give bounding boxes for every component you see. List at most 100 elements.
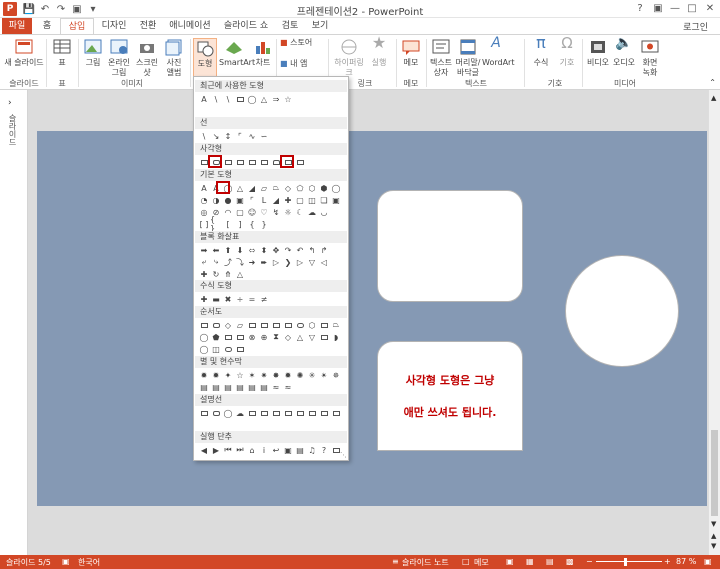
- flowchart-process-shape-icon[interactable]: [198, 319, 210, 331]
- flowchart-display-shape-icon[interactable]: [234, 343, 246, 355]
- line-callout-2-shape-icon[interactable]: [258, 407, 270, 419]
- vertical-scrollbar[interactable]: ▲ ▼ ▲ ▼: [708, 90, 720, 555]
- comment-button[interactable]: 메모: [400, 38, 422, 68]
- my-apps-button[interactable]: ■ 내 앱: [280, 59, 320, 69]
- circular-arrow-shape-icon[interactable]: ↻: [210, 268, 222, 280]
- half-frame-shape-icon[interactable]: ⌜: [246, 194, 258, 206]
- cloud-shape-icon[interactable]: ☁: [306, 206, 318, 218]
- action-sound-shape-icon[interactable]: ♫: [306, 444, 318, 456]
- star-8-point-shape-icon[interactable]: ✸: [270, 369, 282, 381]
- cloud-callout-shape-icon[interactable]: ☁: [234, 407, 246, 419]
- tab-transitions[interactable]: 전환: [134, 18, 162, 34]
- flowchart-alternate-process-shape-icon[interactable]: [210, 319, 222, 331]
- flowchart-terminator-shape-icon[interactable]: [294, 319, 306, 331]
- tab-review[interactable]: 검토: [276, 18, 304, 34]
- next-slide-icon[interactable]: ▼: [711, 542, 716, 550]
- octagon-shape-icon[interactable]: ⬢: [318, 182, 330, 194]
- photo-album-button[interactable]: 사진 앨범: [162, 38, 186, 78]
- curved-ribbon-up-shape-icon[interactable]: ▤: [222, 381, 234, 393]
- flowchart-or-shape-icon[interactable]: ⊕: [258, 331, 270, 343]
- triangle-shape-icon[interactable]: △: [258, 93, 270, 105]
- snip-round-rectangle-shape-icon[interactable]: [258, 156, 270, 168]
- comments-button[interactable]: 메모: [474, 557, 489, 568]
- line-callout-3-shape-icon[interactable]: [270, 407, 282, 419]
- zoom-out-icon[interactable]: −: [586, 557, 593, 566]
- explosion-2-shape-icon[interactable]: ✹: [210, 369, 222, 381]
- action-document-shape-icon[interactable]: ▤: [294, 444, 306, 456]
- heart-shape-icon[interactable]: ♡: [258, 206, 270, 218]
- left-brace-shape-icon[interactable]: {: [246, 218, 258, 230]
- tab-view[interactable]: 보기: [306, 18, 334, 34]
- flowchart-connector-shape-icon[interactable]: ◯: [198, 331, 210, 343]
- chord-shape-icon[interactable]: ◑: [210, 194, 222, 206]
- bent-up-arrow-shape-icon[interactable]: ↱: [318, 244, 330, 256]
- tab-slideshow[interactable]: 슬라이드 쇼: [220, 18, 272, 34]
- action-button[interactable]: ★ 실행: [368, 35, 390, 68]
- tab-file[interactable]: 파일: [2, 18, 32, 34]
- normal-view-icon[interactable]: ▣: [506, 557, 514, 566]
- bent-arrow-shape-icon[interactable]: ↷: [282, 244, 294, 256]
- pentagon-arrow-shape-icon[interactable]: ▷: [270, 256, 282, 268]
- action-return-shape-icon[interactable]: ↩: [270, 444, 282, 456]
- tab-insert[interactable]: 삽입: [60, 18, 94, 34]
- right-bracket-shape-icon[interactable]: ]: [234, 218, 246, 230]
- oval-shape-icon[interactable]: ◯: [246, 93, 258, 105]
- fit-slide-icon[interactable]: ▣: [704, 557, 712, 566]
- screen-recording-button[interactable]: 화면 녹화: [638, 38, 662, 78]
- multiply-shape-icon[interactable]: ✖: [222, 293, 234, 305]
- snip-rectangle-shape-icon[interactable]: [234, 156, 246, 168]
- line-callout-8-shape-icon[interactable]: [330, 407, 342, 419]
- flowchart-punched-tape-shape-icon[interactable]: [234, 331, 246, 343]
- rounded-rectangle-shape[interactable]: [377, 190, 523, 302]
- picture-button[interactable]: 그림: [82, 38, 104, 68]
- lightning-bolt-shape-icon[interactable]: ↯: [270, 206, 282, 218]
- oval-callout-shape-icon[interactable]: ◯: [222, 407, 234, 419]
- scroll-up-icon[interactable]: ▲: [711, 94, 716, 102]
- flowchart-sort-shape-icon[interactable]: ◇: [282, 331, 294, 343]
- right-brace-shape-icon[interactable]: }: [258, 218, 270, 230]
- frame-shape-icon[interactable]: ▣: [234, 194, 246, 206]
- shapes-button[interactable]: 도형: [193, 38, 217, 78]
- pie-shape-icon[interactable]: ◔: [198, 194, 210, 206]
- cross-shape-icon[interactable]: ✚: [282, 194, 294, 206]
- left-right-up-arrow-shape-icon[interactable]: ⤊: [222, 268, 234, 280]
- line-shape-icon[interactable]: \: [222, 93, 234, 105]
- flowchart-magnetic-disk-shape-icon[interactable]: ◫: [210, 343, 222, 355]
- textbox-button[interactable]: 텍스트 상자: [428, 38, 454, 78]
- right-arrow-callout-shape-icon[interactable]: ▷: [294, 256, 306, 268]
- explosion-shape-icon[interactable]: ✹: [198, 369, 210, 381]
- star-7-point-shape-icon[interactable]: ✷: [258, 369, 270, 381]
- header-footer-button[interactable]: 머리말/바닥글: [455, 38, 481, 78]
- block-arc-shape-icon[interactable]: ◠: [222, 206, 234, 218]
- line-callout-5-shape-icon[interactable]: [294, 407, 306, 419]
- star-4-point-shape-icon[interactable]: ✦: [222, 369, 234, 381]
- flowchart-stored-data-shape-icon[interactable]: [318, 331, 330, 343]
- notched-right-arrow-shape-icon[interactable]: ➨: [258, 256, 270, 268]
- collapse-ribbon-icon[interactable]: ⌃: [709, 78, 716, 87]
- zoom-level[interactable]: 87 %: [676, 557, 696, 566]
- arrow-shape-icon[interactable]: ⇒: [270, 93, 282, 105]
- flowchart-collate-shape-icon[interactable]: ⧗: [270, 331, 282, 343]
- wave-shape-icon[interactable]: ≈: [270, 381, 282, 393]
- chevron-right-icon[interactable]: ›: [8, 98, 12, 108]
- curved-up-arrow-shape-icon[interactable]: ⤴: [222, 256, 234, 268]
- curved-right-arrow-shape-icon[interactable]: ⤶: [198, 256, 210, 268]
- zoom-slider-thumb[interactable]: [624, 558, 627, 566]
- arrow-line-shape-icon[interactable]: ↘: [210, 130, 222, 142]
- new-slide-button[interactable]: 새 슬라이드: [4, 38, 44, 68]
- decagon-shape-icon[interactable]: ◯: [330, 182, 342, 194]
- action-back-shape-icon[interactable]: ◀: [198, 444, 210, 456]
- online-picture-button[interactable]: 온라인 그림: [105, 38, 133, 78]
- flowchart-multidocument-shape-icon[interactable]: [282, 319, 294, 331]
- minimize-icon[interactable]: —: [667, 1, 683, 16]
- left-bracket-shape-icon[interactable]: [: [222, 218, 234, 230]
- flowchart-manual-input-shape-icon[interactable]: [318, 319, 330, 331]
- triangle-shape-icon[interactable]: △: [234, 182, 246, 194]
- double-brace-shape-icon[interactable]: { }: [210, 215, 222, 233]
- right-triangle-shape-icon[interactable]: ◢: [246, 182, 258, 194]
- flowchart-direct-access-storage-shape-icon[interactable]: [222, 343, 234, 355]
- resize-grip-icon[interactable]: ⋱: [340, 451, 347, 459]
- folded-corner-shape-icon[interactable]: ▢: [234, 206, 246, 218]
- action-home-shape-icon[interactable]: ⌂: [246, 444, 258, 456]
- flowchart-offpage-connector-shape-icon[interactable]: ⬟: [210, 331, 222, 343]
